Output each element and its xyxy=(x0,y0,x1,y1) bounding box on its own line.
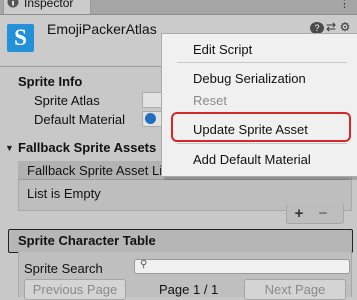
menu-item-debug-serialization[interactable]: Debug Serialization xyxy=(193,71,306,86)
material-icon xyxy=(145,113,156,124)
sprite-info-title: Sprite Info xyxy=(18,74,82,89)
sprite-asset-icon: S xyxy=(7,24,34,52)
menu-separator xyxy=(177,62,347,63)
page-indicator: Page 1 / 1 xyxy=(159,282,218,297)
highlight-box xyxy=(171,112,351,142)
remove-item-button[interactable]: − xyxy=(311,205,335,222)
menu-separator xyxy=(177,143,347,144)
menu-item-reset: Reset xyxy=(193,93,227,108)
inspector-tab-label: Inspector xyxy=(24,0,73,10)
info-icon xyxy=(7,0,19,8)
fallback-list-header-label: Fallback Sprite Asset List xyxy=(27,163,161,178)
more-options-icon[interactable]: ⋮ xyxy=(339,0,353,11)
help-icon[interactable]: ? xyxy=(310,20,324,34)
sprite-search-input[interactable] xyxy=(134,259,350,274)
sliders-icon[interactable]: ⇄ xyxy=(324,20,338,34)
asset-name: EmojiPackerAtlas xyxy=(47,21,157,37)
add-item-button[interactable]: + xyxy=(287,205,311,222)
list-add-remove: +− xyxy=(286,205,344,224)
header-icons: ?⇄⚙ xyxy=(310,20,352,34)
sprite-character-table-title: Sprite Character Table xyxy=(18,233,156,248)
menu-item-add-default-material[interactable]: Add Default Material xyxy=(193,152,311,167)
sprite-atlas-label: Sprite Atlas xyxy=(34,93,100,108)
list-empty-text: List is Empty xyxy=(27,186,101,201)
default-material-label: Default Material xyxy=(34,112,125,127)
sprite-search-label: Sprite Search xyxy=(24,261,103,276)
menu-item-edit-script[interactable]: Edit Script xyxy=(193,42,252,57)
gear-icon[interactable]: ⚙ xyxy=(338,20,352,34)
search-icon: ⚲ xyxy=(140,259,150,269)
foldout-arrow-icon[interactable]: ▼ xyxy=(5,143,14,153)
fallback-title[interactable]: Fallback Sprite Assets xyxy=(18,140,156,155)
